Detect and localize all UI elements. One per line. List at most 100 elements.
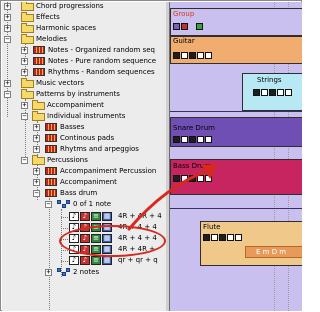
tree-item-label: Harmonic spaces	[36, 24, 97, 32]
grid-icon	[45, 145, 57, 153]
tree-item-label: Percussions	[47, 156, 88, 164]
pattern-group-icon	[57, 200, 71, 208]
tree-item-music-vectors[interactable]: + Music vectors	[2, 78, 167, 88]
expand-icon[interactable]: +	[4, 14, 11, 21]
expand-icon[interactable]: +	[33, 179, 40, 186]
expand-icon[interactable]: +	[21, 69, 28, 76]
tree-item-label: Bass drum	[60, 189, 98, 197]
track-buttons[interactable]	[173, 136, 212, 143]
pattern-icon: ♪ ♪ ≡ ▦	[69, 256, 115, 265]
tree-item-label: Rhytms and arpeggios	[60, 145, 139, 153]
track-group[interactable]: Group	[170, 8, 302, 36]
flute-chord-region[interactable]: E m D m	[245, 246, 302, 258]
folder-icon	[32, 111, 45, 121]
track-buttons[interactable]	[173, 52, 212, 59]
lane-divider	[170, 111, 302, 112]
tree-item-label: Notes - Organized random seq	[48, 46, 155, 54]
folder-icon	[32, 100, 45, 110]
tree-item-label: Rhythms - Random sequences	[48, 68, 155, 76]
folder-icon	[21, 89, 34, 99]
track-buttons[interactable]	[203, 234, 242, 241]
chord-text: E m D m	[256, 248, 287, 256]
grid-icon	[45, 167, 57, 175]
clip-flute[interactable]: Flute	[200, 221, 302, 266]
tree-item-label: Accompaniment	[60, 178, 117, 186]
clip-strings[interactable]: Strings	[242, 73, 302, 111]
expand-icon[interactable]: +	[33, 135, 40, 142]
tree-item-chord-progressions[interactable]: + Chord progressions	[2, 2, 167, 11]
tree-item-continous-pads[interactable]: + Continous pads	[2, 134, 167, 143]
tree-item-accompaniment[interactable]: + Accompaniment	[2, 100, 167, 110]
tree-item-label: Effects	[36, 13, 60, 21]
folder-icon	[21, 2, 34, 11]
tree-item-label: 2 notes	[73, 268, 100, 276]
grid-icon	[33, 57, 45, 65]
grid-icon	[45, 123, 57, 131]
folder-icon	[21, 12, 34, 22]
collapse-icon[interactable]: −	[4, 91, 11, 98]
track-buttons[interactable]	[173, 175, 212, 182]
folder-icon	[21, 34, 34, 44]
tree-item-accompaniment-perc[interactable]: + Accompaniment	[2, 178, 167, 187]
collapse-icon[interactable]: −	[4, 36, 11, 43]
tree-item-notes-pure-random[interactable]: + Notes - Pure random sequence	[2, 57, 167, 66]
collapse-icon[interactable]: −	[21, 113, 28, 120]
expand-icon[interactable]: +	[33, 124, 40, 131]
tree-item-label: Chord progressions	[36, 2, 104, 10]
tree-item-accompaniment-percussion[interactable]: + Accompaniment Percussion	[2, 167, 167, 176]
tree-item-individual-instruments[interactable]: − Individual instruments	[2, 111, 167, 121]
expand-icon[interactable]: +	[4, 3, 11, 10]
group-color-swatches	[173, 23, 203, 30]
tree-item-harmonic-spaces[interactable]: + Harmonic spaces	[2, 23, 167, 33]
expand-icon[interactable]: +	[4, 80, 11, 87]
lane-divider	[170, 208, 302, 209]
grid-icon	[45, 189, 57, 197]
tree-connector	[61, 250, 68, 251]
clip-guitar[interactable]: Guitar	[170, 36, 302, 64]
tree-item-effects[interactable]: + Effects	[2, 12, 167, 22]
tree-item-0-of-1-note[interactable]: − 0 of 1 note	[2, 200, 167, 209]
tree-item-bass-drum[interactable]: − Bass drum	[2, 189, 167, 198]
clip-snare-drum[interactable]: Snare Drum	[170, 117, 302, 147]
expand-icon[interactable]: +	[33, 146, 40, 153]
expand-icon[interactable]: +	[45, 269, 52, 276]
tree-item-percussions[interactable]: − Percussions	[2, 155, 167, 165]
expand-icon[interactable]: +	[21, 47, 28, 54]
clip-bass-drum[interactable]: Bass Drum	[170, 159, 302, 195]
folder-icon	[21, 23, 34, 33]
track-name: Snare Drum	[173, 124, 215, 132]
expand-icon[interactable]: +	[4, 25, 11, 32]
tree-item-melodies[interactable]: − Melodies	[2, 34, 167, 44]
tree-item-notes-organized[interactable]: + Notes - Organized random seq	[2, 46, 167, 55]
pattern-group-icon	[57, 268, 71, 276]
tree-connector	[61, 228, 68, 229]
collapse-icon[interactable]: −	[33, 190, 40, 197]
tree-item-patterns-by-instruments[interactable]: − Patterns by instruments	[2, 89, 167, 99]
expand-icon[interactable]: +	[21, 58, 28, 65]
tree-item-pattern-1[interactable]: ♪ ♪ ≡ ▦ 4R + 4R + 4	[2, 212, 167, 222]
tree-item-rhytms-arpeggios[interactable]: + Rhytms and arpeggios	[2, 145, 167, 154]
grid-icon	[33, 46, 45, 54]
tree-item-label: Basses	[60, 123, 85, 131]
folder-icon	[21, 78, 34, 88]
tree-item-basses[interactable]: + Basses	[2, 123, 167, 132]
tree-item-label: 0 of 1 note	[73, 200, 112, 208]
tree-item-label: Individual instruments	[47, 112, 126, 120]
collapse-icon[interactable]: −	[45, 201, 52, 208]
track-buttons[interactable]	[253, 89, 292, 96]
track-name: Guitar	[173, 37, 195, 45]
tree-connector	[61, 217, 68, 218]
grid-icon	[45, 178, 57, 186]
collapse-icon[interactable]: −	[21, 157, 28, 164]
track-name: Bass Drum	[173, 162, 212, 170]
tree-item-label: Accompaniment Percussion	[60, 167, 157, 175]
tree-item-pattern-5[interactable]: ♪ ♪ ≡ ▦ qr + qr + q	[2, 256, 167, 266]
expand-icon[interactable]: +	[33, 168, 40, 175]
expand-icon[interactable]: +	[21, 102, 28, 109]
track-name: Strings	[257, 76, 282, 84]
arrangement-view: Group Guitar Strings Snare Drum Bass Dru…	[169, 2, 302, 311]
tree-item-rhythms-random[interactable]: + Rhythms - Random sequences	[2, 68, 167, 77]
track-name: Group	[173, 10, 195, 18]
tree-item-2-notes[interactable]: + 2 notes	[2, 268, 167, 277]
tree-item-label: Accompaniment	[47, 101, 104, 109]
